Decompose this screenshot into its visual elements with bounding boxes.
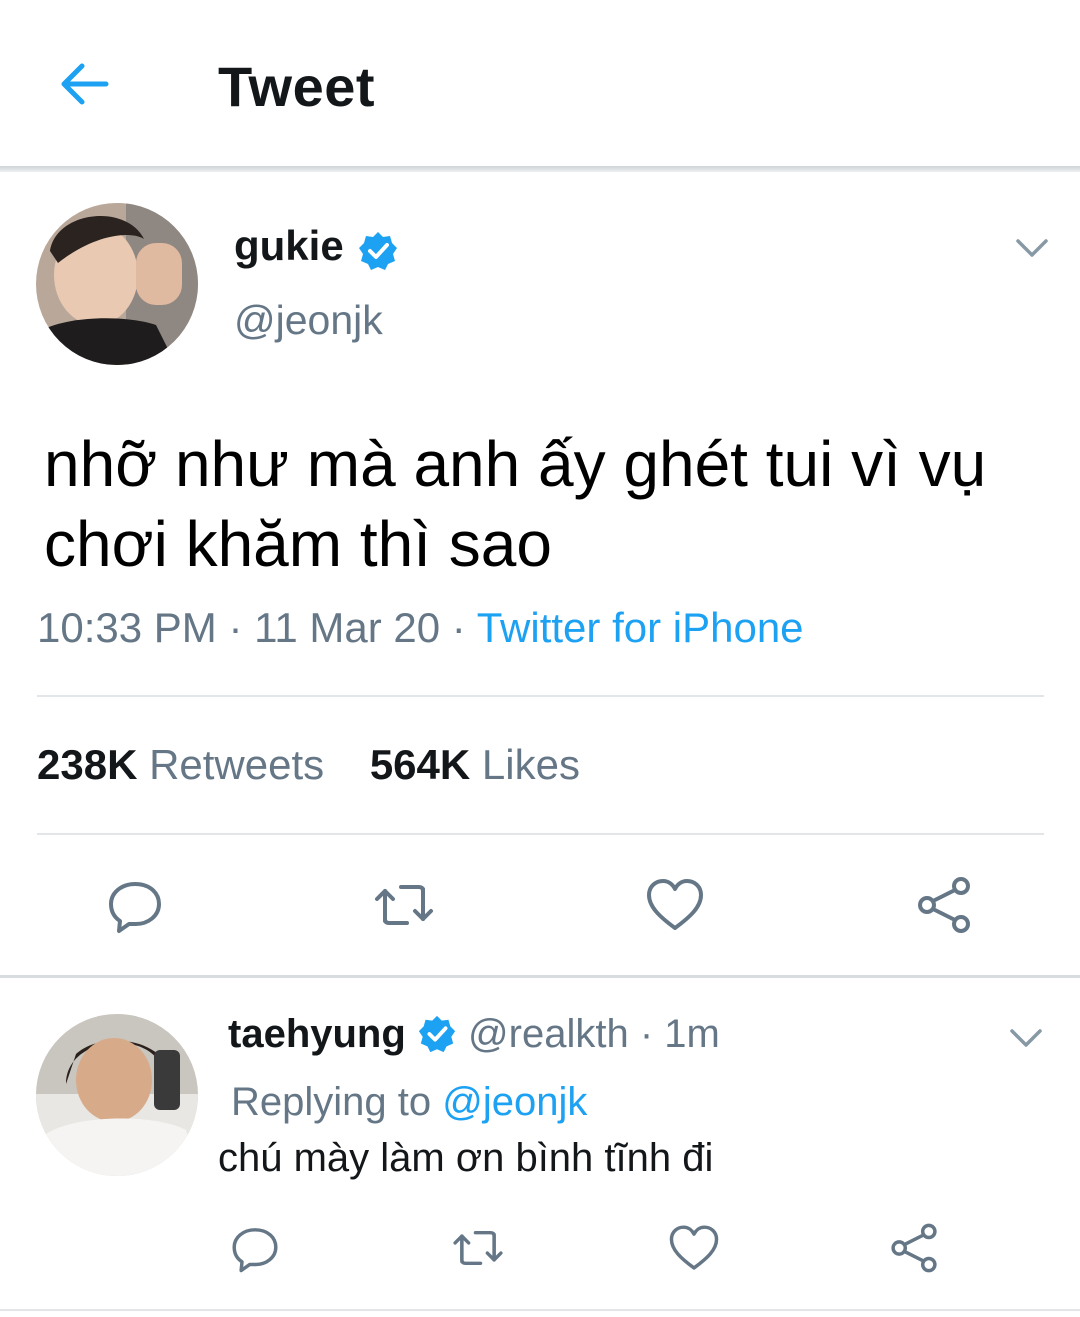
likes-count: 564K — [369, 741, 471, 788]
arrow-left-icon — [61, 63, 109, 105]
replying-to: Replying to @jeonjk — [231, 1080, 587, 1125]
author-name[interactable]: gukie — [234, 222, 344, 270]
retweet-button[interactable] — [368, 869, 440, 941]
meta-dot: · — [228, 604, 243, 651]
reply-text: chú mày làm ơn bình tĩnh đi — [218, 1136, 714, 1180]
retweets-count: 238K — [37, 741, 138, 788]
reply-retweet-button[interactable] — [442, 1212, 514, 1284]
page-title: Tweet — [218, 55, 376, 118]
share-icon — [891, 1223, 937, 1273]
meta-dot: · — [639, 1012, 654, 1056]
reply-author-handle[interactable]: @realkth — [468, 1012, 629, 1056]
reply-author-avatar[interactable] — [36, 1014, 198, 1176]
chevron-down-icon — [1010, 1029, 1042, 1047]
like-button[interactable] — [639, 869, 711, 941]
bottom-divider — [0, 1309, 1080, 1311]
share-icon — [918, 877, 970, 933]
author-avatar[interactable] — [36, 203, 198, 365]
tweet-stats: 238K Retweets 564K Likes — [37, 741, 614, 789]
retweet-icon — [375, 885, 433, 925]
reply-author-name[interactable]: taehyung — [228, 1012, 406, 1056]
back-button[interactable] — [52, 52, 116, 116]
tweet-date: 11 Mar 20 — [254, 604, 441, 651]
reply-reply-button[interactable] — [219, 1212, 291, 1284]
retweets-stat[interactable]: 238K Retweets — [37, 741, 324, 788]
tweet-options-button[interactable] — [1010, 226, 1054, 270]
likes-label: Likes — [481, 741, 580, 788]
verified-badge-icon — [357, 230, 399, 272]
verified-badge-icon — [418, 1015, 456, 1053]
replying-to-link[interactable]: @jeonjk — [442, 1080, 587, 1124]
likes-stat[interactable]: 564K Likes — [370, 741, 580, 788]
reply-header: taehyung @realkth · 1m — [228, 1012, 720, 1057]
section-divider — [0, 975, 1080, 978]
reply-button[interactable] — [99, 869, 171, 941]
divider — [37, 695, 1044, 697]
replying-prefix: Replying to — [231, 1080, 432, 1124]
like-icon — [669, 1225, 719, 1270]
share-button[interactable] — [908, 869, 980, 941]
avatar-photo — [36, 1014, 198, 1176]
meta-dot: · — [451, 604, 466, 651]
tweet-text: nhỡ như mà anh ấy ghét tui vì vụ chơi kh… — [44, 428, 987, 580]
tweet-metadata: 10:33 PM · 11 Mar 20 · Twitter for iPhon… — [37, 604, 804, 652]
retweets-label: Retweets — [149, 741, 325, 788]
reply-options-button[interactable] — [1004, 1016, 1048, 1060]
like-icon — [647, 879, 703, 930]
reply-icon — [232, 1228, 278, 1273]
reply-icon — [109, 882, 161, 933]
reply-share-button[interactable] — [878, 1212, 950, 1284]
chevron-down-icon — [1016, 239, 1048, 257]
tweet-time: 10:33 PM — [37, 604, 217, 651]
reply-like-button[interactable] — [658, 1212, 730, 1284]
header-divider — [0, 166, 1080, 172]
avatar-photo — [36, 203, 198, 365]
reply-age: 1m — [664, 1012, 720, 1056]
divider — [37, 833, 1044, 835]
top-bar — [0, 0, 1080, 168]
author-handle[interactable]: @jeonjk — [234, 297, 383, 344]
tweet-source-link[interactable]: Twitter for iPhone — [477, 604, 804, 651]
retweet-icon — [453, 1231, 503, 1265]
